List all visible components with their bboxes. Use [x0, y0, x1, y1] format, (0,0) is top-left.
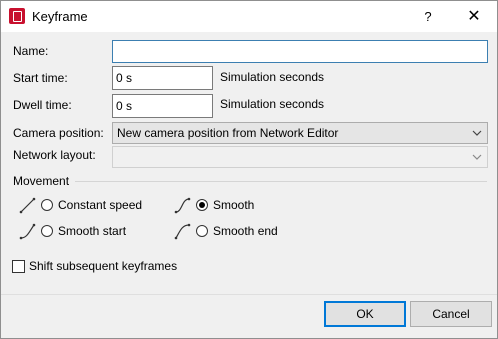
start-time-unit: Simulation seconds: [220, 70, 325, 84]
network-layout-select[interactable]: [112, 146, 488, 168]
radio-label: Constant speed: [58, 198, 143, 212]
start-time-label: Start time:: [13, 71, 68, 85]
radio-indicator[interactable]: [196, 225, 208, 237]
movement-group-label: Movement: [13, 174, 70, 188]
radio-constant-speed[interactable]: Constant speed: [19, 196, 142, 214]
radio-label: Smooth start: [58, 224, 127, 238]
shift-keyframes-label: Shift subsequent keyframes: [29, 259, 178, 273]
radio-smooth-end[interactable]: Smooth end: [174, 222, 278, 240]
camera-position-label: Camera position:: [13, 126, 104, 140]
network-layout-label: Network layout:: [13, 148, 96, 162]
curve-ease-in-icon: [19, 223, 36, 240]
chevron-down-icon: [472, 130, 482, 136]
window-title: Keyframe: [32, 9, 88, 24]
name-label: Name:: [13, 44, 49, 58]
name-input[interactable]: [112, 40, 488, 63]
radio-label: Smooth: [213, 198, 255, 212]
dwell-time-label: Dwell time:: [13, 98, 72, 112]
dwell-time-input[interactable]: [112, 94, 213, 118]
camera-position-select[interactable]: New camera position from Network Editor: [112, 122, 488, 144]
radio-smooth[interactable]: Smooth: [174, 196, 254, 214]
ok-button[interactable]: OK: [324, 301, 406, 327]
radio-indicator[interactable]: [41, 225, 53, 237]
footer-divider: [1, 294, 497, 295]
title-bar: Keyframe ? ✕: [1, 1, 497, 32]
app-icon: [9, 8, 25, 24]
radio-label: Smooth end: [213, 224, 278, 238]
curve-linear-icon: [19, 197, 36, 214]
chevron-down-icon: [472, 154, 482, 160]
movement-divider: [75, 181, 487, 182]
curve-ease-out-icon: [174, 223, 191, 240]
radio-indicator[interactable]: [196, 199, 208, 211]
camera-position-value: New camera position from Network Editor: [117, 126, 339, 140]
radio-indicator[interactable]: [41, 199, 53, 211]
radio-smooth-start[interactable]: Smooth start: [19, 222, 126, 240]
cancel-button[interactable]: Cancel: [410, 301, 492, 327]
dwell-time-unit: Simulation seconds: [220, 97, 325, 111]
shift-keyframes-option[interactable]: Shift subsequent keyframes: [12, 259, 177, 273]
keyframe-dialog: Keyframe ? ✕ Name: Start time: Simulatio…: [0, 0, 498, 339]
curve-smooth-icon: [174, 197, 191, 214]
help-button[interactable]: ?: [405, 1, 451, 32]
close-button[interactable]: ✕: [451, 1, 497, 32]
shift-keyframes-checkbox[interactable]: [12, 259, 25, 273]
start-time-input[interactable]: [112, 66, 213, 90]
